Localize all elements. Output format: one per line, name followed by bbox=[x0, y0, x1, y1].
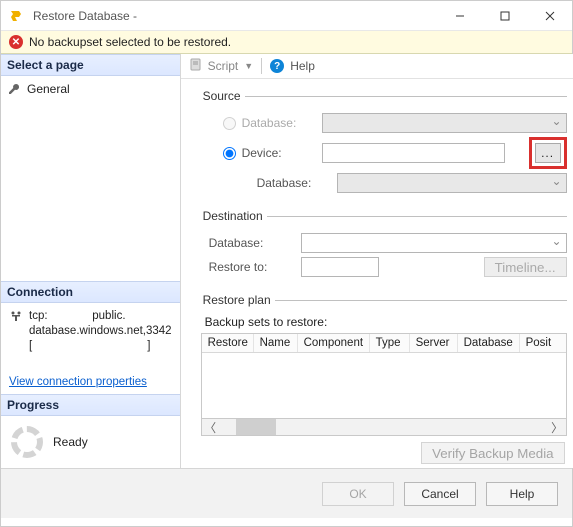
col-position[interactable]: Posit bbox=[520, 334, 566, 352]
app-icon bbox=[9, 8, 25, 24]
highlight-browse: ... bbox=[529, 137, 567, 169]
script-icon bbox=[189, 58, 202, 74]
restore-to-input bbox=[301, 257, 379, 277]
chevron-down-icon[interactable]: ▼ bbox=[244, 61, 253, 71]
error-icon: ✕ bbox=[9, 35, 23, 49]
toolbar-separator bbox=[261, 58, 262, 74]
source-device-radio[interactable]: Device: bbox=[223, 146, 314, 160]
main-layout: Select a page General Connection tcp: pu… bbox=[1, 54, 572, 468]
backup-sets-label: Backup sets to restore: bbox=[199, 315, 567, 329]
page-general[interactable]: General bbox=[7, 80, 174, 98]
help-button[interactable]: Help bbox=[290, 59, 315, 73]
progress-spinner-icon bbox=[11, 426, 43, 458]
col-type[interactable]: Type bbox=[370, 334, 410, 352]
grid-hscrollbar[interactable]: 〈 〉 bbox=[201, 419, 567, 436]
restore-plan-group: Restore plan Backup sets to restore: Res… bbox=[199, 293, 567, 466]
col-component[interactable]: Component bbox=[298, 334, 370, 352]
error-bar: ✕ No backupset selected to be restored. bbox=[1, 31, 572, 54]
verify-backup-button: Verify Backup Media bbox=[421, 442, 565, 464]
connection-header: Connection bbox=[1, 281, 180, 303]
page-general-label: General bbox=[27, 82, 70, 96]
col-restore[interactable]: Restore bbox=[202, 334, 254, 352]
restore-to-label: Restore to: bbox=[209, 260, 293, 274]
window-title: Restore Database - bbox=[33, 9, 437, 23]
source-sub-db-combo[interactable] bbox=[337, 173, 567, 193]
source-group: Source Database: Device: bbox=[199, 89, 567, 199]
maximize-button[interactable] bbox=[482, 1, 527, 31]
timeline-button: Timeline... bbox=[484, 257, 567, 277]
source-device-input[interactable] bbox=[322, 143, 505, 163]
form-area: Source Database: Device: bbox=[181, 79, 573, 468]
toolbar: Script ▼ ? Help bbox=[181, 54, 573, 79]
server-icon bbox=[9, 309, 23, 323]
progress-body: Ready bbox=[1, 416, 180, 468]
source-database-combo bbox=[322, 113, 567, 133]
dialog-footer: OK Cancel Help bbox=[1, 468, 572, 518]
connection-line3: [ ] bbox=[29, 339, 172, 354]
minimize-button[interactable] bbox=[437, 1, 482, 31]
progress-header: Progress bbox=[1, 394, 180, 416]
dest-db-combo[interactable] bbox=[301, 233, 567, 253]
col-name[interactable]: Name bbox=[254, 334, 298, 352]
col-server[interactable]: Server bbox=[410, 334, 458, 352]
help-button-footer[interactable]: Help bbox=[486, 482, 558, 506]
source-database-radio-input bbox=[223, 117, 236, 130]
left-panel: Select a page General Connection tcp: pu… bbox=[1, 54, 181, 468]
source-device-radio-input[interactable] bbox=[223, 147, 236, 160]
dest-db-label: Database: bbox=[209, 236, 293, 250]
error-message: No backupset selected to be restored. bbox=[29, 35, 231, 49]
destination-group: Destination Database: Restore to: Timeli… bbox=[199, 209, 567, 283]
close-button[interactable] bbox=[527, 1, 572, 31]
restore-plan-legend: Restore plan bbox=[199, 293, 275, 307]
page-list: General bbox=[1, 76, 180, 102]
scroll-right-icon[interactable]: 〉 bbox=[549, 419, 566, 436]
destination-legend: Destination bbox=[199, 209, 267, 223]
select-page-header: Select a page bbox=[1, 54, 180, 76]
col-database[interactable]: Database bbox=[458, 334, 520, 352]
scroll-thumb[interactable] bbox=[236, 419, 276, 435]
help-icon[interactable]: ? bbox=[270, 59, 284, 73]
connection-body: tcp: public. database.windows.net,3342 [… bbox=[1, 303, 180, 394]
scroll-left-icon[interactable]: 〈 bbox=[202, 419, 219, 436]
connection-line2: database.windows.net,3342 bbox=[29, 324, 172, 339]
backup-sets-grid[interactable]: Restore Name Component Type Server Datab… bbox=[201, 333, 567, 419]
grid-header: Restore Name Component Type Server Datab… bbox=[202, 334, 566, 353]
source-legend: Source bbox=[199, 89, 245, 103]
view-connection-link[interactable]: View connection properties bbox=[9, 376, 172, 388]
left-spacer bbox=[1, 102, 180, 281]
ok-button: OK bbox=[322, 482, 394, 506]
script-dropdown[interactable]: Script bbox=[208, 59, 239, 73]
right-panel: Script ▼ ? Help Source Database: bbox=[181, 54, 573, 468]
title-bar: Restore Database - bbox=[1, 1, 572, 31]
browse-device-button[interactable]: ... bbox=[535, 143, 561, 163]
wrench-icon bbox=[7, 82, 21, 96]
connection-line1: tcp: public. bbox=[29, 309, 172, 324]
source-database-radio: Database: bbox=[223, 116, 314, 130]
progress-status: Ready bbox=[53, 435, 88, 449]
source-sub-db-label: Database: bbox=[257, 176, 329, 190]
cancel-button[interactable]: Cancel bbox=[404, 482, 476, 506]
